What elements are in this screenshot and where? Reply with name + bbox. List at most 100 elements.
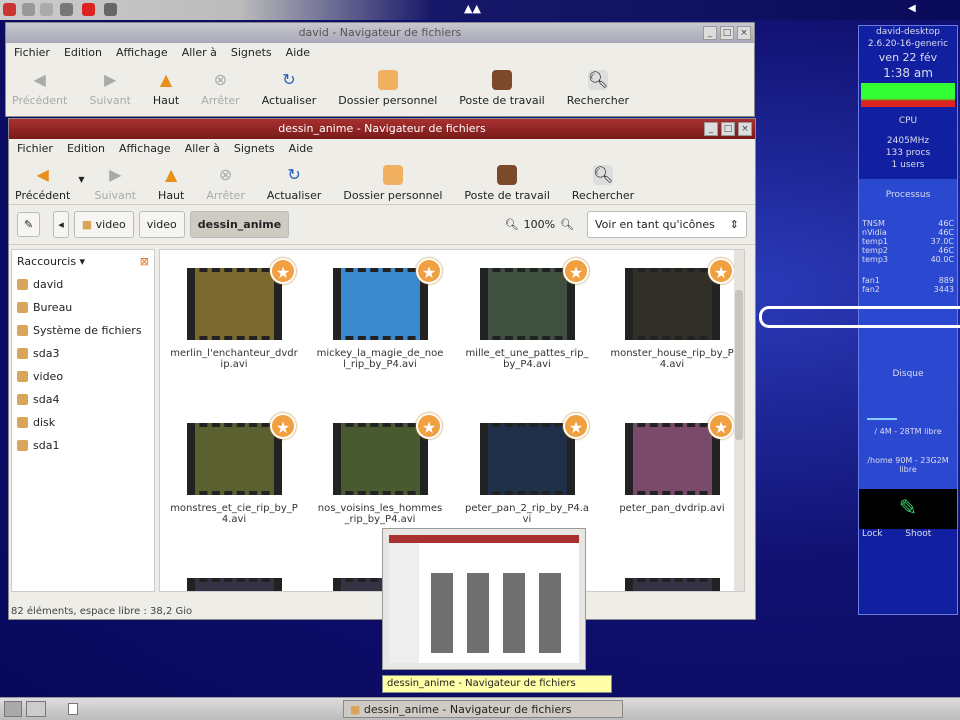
sidebar-item-david[interactable]: david xyxy=(12,273,154,296)
lock-button[interactable]: Lock xyxy=(862,529,883,539)
sensor-value: 40.0C xyxy=(930,255,954,264)
title-bar[interactable]: dessin_anime - Navigateur de fichiers _ □… xyxy=(9,119,755,139)
file-item[interactable]: mickey_la_magie_de_noel_rip_by_P4.avi ★ xyxy=(310,258,450,370)
reload-button[interactable]: ↻ Actualiser xyxy=(267,165,322,202)
volume-icon[interactable]: ◀ xyxy=(908,3,916,14)
minimize-button[interactable]: _ xyxy=(703,26,717,40)
menu-signets[interactable]: Signets xyxy=(231,46,272,60)
close-button[interactable]: × xyxy=(738,122,752,136)
close-button[interactable]: × xyxy=(737,26,751,40)
workspace-switcher[interactable] xyxy=(26,701,46,717)
menu-aller[interactable]: Aller à xyxy=(185,142,220,156)
stop-button[interactable]: ⊗ Arrêter xyxy=(206,165,245,202)
show-desktop-icon[interactable] xyxy=(4,701,22,717)
menu-signets[interactable]: Signets xyxy=(234,142,275,156)
terminal-icon[interactable] xyxy=(22,3,35,16)
search-button[interactable]: 🔍︎ Rechercher xyxy=(572,165,634,202)
menu-affichage[interactable]: Affichage xyxy=(119,142,171,156)
computer-icon xyxy=(492,70,512,90)
stop-button[interactable]: ⊗ Arrêter xyxy=(201,70,240,107)
back-arrow-icon: ◀ xyxy=(33,70,46,89)
menu-fichier[interactable]: Fichier xyxy=(14,46,50,60)
menu-fichier[interactable]: Fichier xyxy=(17,142,53,156)
toggle-location-entry-button[interactable]: ✎ xyxy=(17,212,41,237)
breadcrumb-video[interactable]: video xyxy=(138,211,185,238)
search-button[interactable]: 🔍︎ Rechercher xyxy=(567,70,629,107)
xos-logo xyxy=(759,306,960,328)
maximize-button[interactable]: □ xyxy=(721,122,735,136)
menu-affichage[interactable]: Affichage xyxy=(116,46,168,60)
zoom-out-icon[interactable]: 🔍︎ xyxy=(505,218,519,231)
back-button[interactable]: ◀ Précédent xyxy=(12,70,67,107)
file-item[interactable]: monstres_et_cie_rip_by_P4.avi ★ xyxy=(164,413,304,525)
kernel: 2.6.20-16-generic xyxy=(867,39,949,49)
power-icon[interactable] xyxy=(104,3,117,16)
window-list-icon[interactable] xyxy=(68,703,78,715)
video-thumbnail xyxy=(624,423,720,495)
zoom-in-icon[interactable]: 🔍︎ xyxy=(560,218,574,231)
up-button[interactable]: ▲ Haut xyxy=(153,70,179,107)
forward-button[interactable]: ▶ Suivant xyxy=(95,165,137,202)
close-sidebar-icon[interactable]: ⊠ xyxy=(140,255,149,268)
notification-icon[interactable]: ▲▲ xyxy=(464,2,481,15)
temps-row: temp1 37.0C xyxy=(859,237,957,246)
sidebar-item-label: sda1 xyxy=(33,439,60,452)
process-count: 133 procs xyxy=(885,148,931,158)
menu-edition[interactable]: Edition xyxy=(64,46,102,60)
title-bar[interactable]: david - Navigateur de fichiers _ □ × xyxy=(6,23,754,43)
menu-aide[interactable]: Aide xyxy=(289,142,313,156)
download-icon[interactable] xyxy=(82,3,95,16)
computer-button[interactable]: Poste de travail xyxy=(459,70,545,107)
video-thumbnail xyxy=(479,423,575,495)
file-item[interactable] xyxy=(164,578,304,591)
zoom-level[interactable]: 100% xyxy=(524,218,555,231)
emblem-star-icon: ★ xyxy=(416,413,442,439)
firefox-icon[interactable] xyxy=(40,3,53,16)
sidebar-header[interactable]: Raccourcis ▾ ⊠ xyxy=(12,250,154,273)
menu-edition[interactable]: Edition xyxy=(67,142,105,156)
breadcrumb-dessin-anime[interactable]: dessin_anime xyxy=(189,211,290,238)
sidebar-item-sda4[interactable]: sda4 xyxy=(12,388,154,411)
back-file-manager-window[interactable]: david - Navigateur de fichiers _ □ × Fichi… xyxy=(5,22,755,117)
back-button[interactable]: ◀ Précédent xyxy=(15,165,70,202)
back-history-dropdown[interactable]: ▼ xyxy=(78,175,84,184)
drive-icon: ■ xyxy=(81,218,93,231)
file-item[interactable]: peter_pan_2_rip_by_P4.avi ★ xyxy=(457,413,597,525)
forward-button[interactable]: ▶ Suivant xyxy=(89,70,131,107)
menu-icon[interactable] xyxy=(3,3,16,16)
file-item[interactable]: monster_house_rip_by_P4.avi ★ xyxy=(602,258,742,370)
sidebar-item-bureau[interactable]: Bureau xyxy=(12,296,154,319)
shoot-button[interactable]: Shoot xyxy=(905,529,931,539)
vertical-scrollbar[interactable] xyxy=(734,250,744,591)
up-button[interactable]: ▲ Haut xyxy=(158,165,184,202)
file-item[interactable]: peter_pan_dvdrip.avi ★ xyxy=(602,413,742,514)
sidebar-item-syst-me-de-fichiers[interactable]: Système de fichiers xyxy=(12,319,154,342)
breadcrumb-left-arrow[interactable]: ◂ xyxy=(53,211,69,238)
home-button[interactable]: Dossier personnel xyxy=(338,70,437,107)
video-thumbnail xyxy=(186,578,282,591)
file-item[interactable]: merlin_l'enchanteur_dvdrip.avi ★ xyxy=(164,258,304,370)
folder-icon[interactable] xyxy=(60,3,73,16)
sidebar-item-sda3[interactable]: sda3 xyxy=(12,342,154,365)
scroll-thumb[interactable] xyxy=(735,290,743,440)
window-title: dessin_anime - Navigateur de fichiers xyxy=(278,122,486,135)
sidebar-item-video[interactable]: video xyxy=(12,365,154,388)
minimize-button[interactable]: _ xyxy=(704,122,718,136)
maximize-button[interactable]: □ xyxy=(720,26,734,40)
file-item[interactable]: mille_et_une_pattes_rip_by_P4.avi ★ xyxy=(457,258,597,370)
reload-button[interactable]: ↻ Actualiser xyxy=(262,70,317,107)
sidebar-item-disk[interactable]: disk xyxy=(12,411,154,434)
home-button[interactable]: Dossier personnel xyxy=(343,165,442,202)
sidebar-item-sda1[interactable]: sda1 xyxy=(12,434,154,457)
view-mode-select[interactable]: Voir en tant qu'icônes ⇕ xyxy=(587,211,747,238)
menu-aller[interactable]: Aller à xyxy=(182,46,217,60)
window-preview-popup[interactable] xyxy=(382,528,586,670)
taskbar-item[interactable]: ■ dessin_anime - Navigateur de fichiers xyxy=(343,700,623,718)
menu-aide[interactable]: Aide xyxy=(286,46,310,60)
computer-button[interactable]: Poste de travail xyxy=(464,165,550,202)
file-item[interactable]: nos_voisins_les_hommes_rip_by_P4.avi ★ xyxy=(310,413,450,525)
breadcrumb-video-drive[interactable]: ■ video xyxy=(73,211,134,238)
label: Dossier personnel xyxy=(338,94,438,107)
file-item[interactable] xyxy=(602,578,742,591)
emblem-star-icon: ★ xyxy=(563,413,589,439)
